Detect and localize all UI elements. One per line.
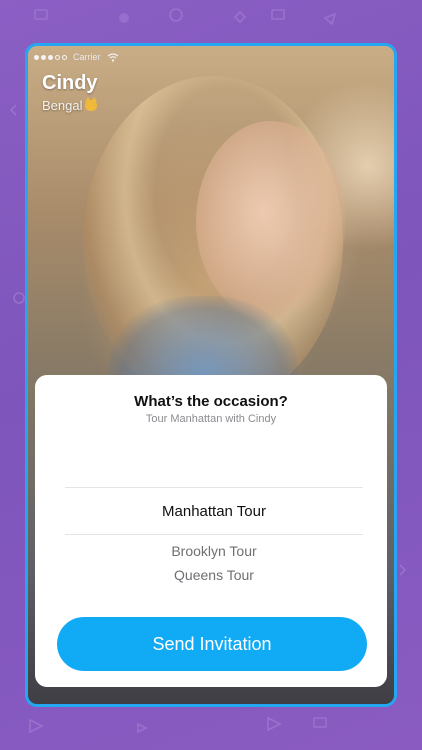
picker-option-selected[interactable]: Manhattan Tour: [65, 488, 363, 534]
carrier-label: Carrier: [73, 52, 101, 62]
tour-picker[interactable]: Manhattan Tour Brooklyn Tour Queens Tour: [65, 487, 363, 587]
occasion-sheet: What’s the occasion? Tour Manhattan with…: [35, 375, 387, 687]
status-bar: Carrier: [34, 52, 119, 62]
send-invitation-button[interactable]: Send Invitation: [57, 617, 367, 671]
photo-face: [196, 121, 346, 321]
profile-breed: Bengal: [42, 97, 98, 113]
breed-label: Bengal: [42, 98, 83, 113]
profile-name: Cindy: [42, 72, 98, 94]
picker-option[interactable]: Queens Tour: [65, 563, 363, 587]
sheet-subtitle: Tour Manhattan with Cindy: [145, 413, 277, 425]
sheet-title: What’s the occasion?: [134, 393, 288, 410]
cat-face-icon: [85, 97, 98, 111]
wifi-icon: [107, 52, 118, 62]
picker-option[interactable]: Brooklyn Tour: [65, 539, 363, 563]
signal-dots-icon: [34, 54, 67, 60]
